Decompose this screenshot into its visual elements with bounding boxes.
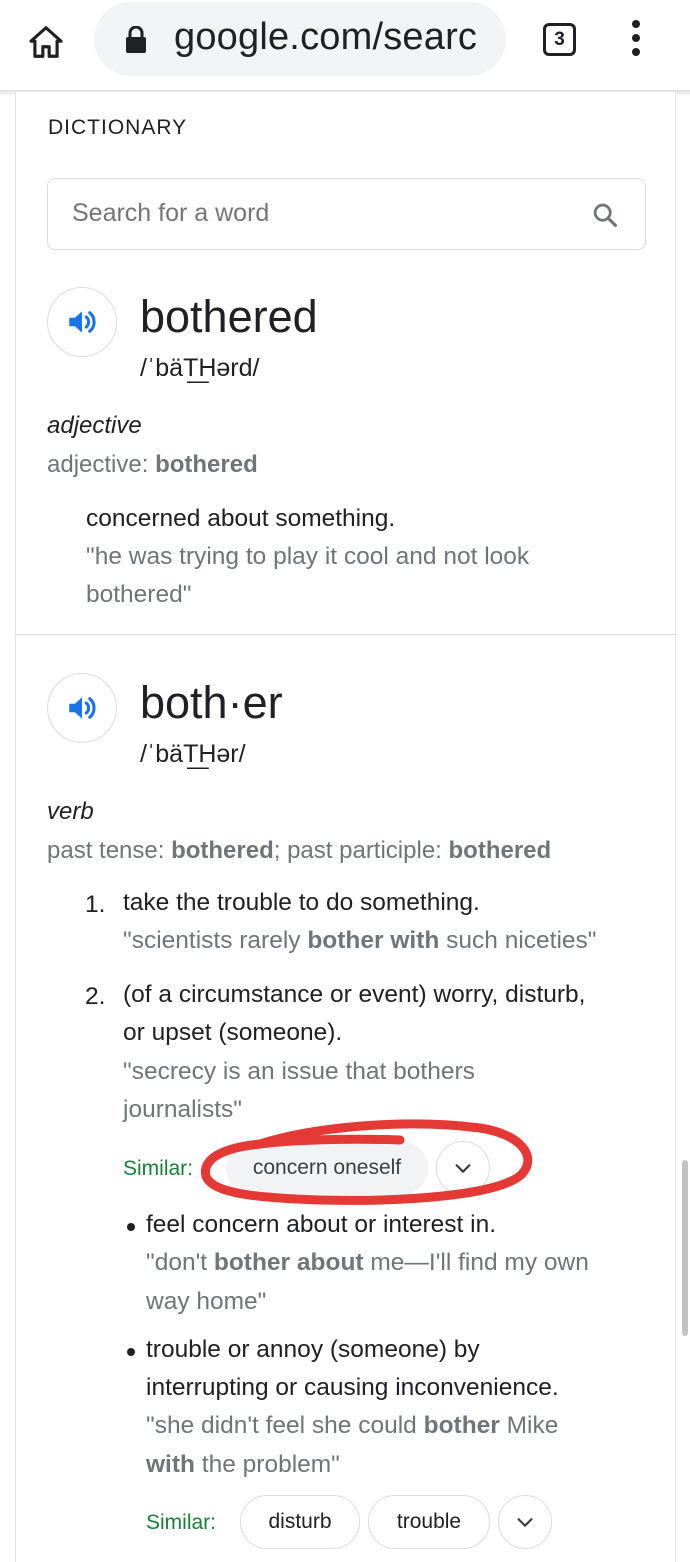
word-search-input[interactable]: [72, 199, 552, 228]
section-title: DICTIONARY: [48, 116, 188, 139]
dictionary-entry-card: both·er /ˈbäT͟Hər/ verb past tense: both…: [15, 636, 676, 1562]
definition-example: journalists": [123, 1096, 242, 1123]
scrollbar[interactable]: [682, 1160, 688, 1336]
word-forms: adjective: bothered: [47, 451, 258, 478]
pronunciation-button[interactable]: [47, 673, 117, 743]
word-forms: past tense: bothered; past participle: b…: [47, 837, 552, 864]
bullet: [127, 1348, 135, 1356]
chevron-down-icon: [455, 1164, 471, 1173]
home-icon: [29, 26, 63, 58]
definition-text: concerned about something.: [86, 505, 396, 532]
home-button[interactable]: [22, 18, 70, 66]
similar-word-chip[interactable]: concern oneself: [226, 1141, 428, 1195]
similar-word-chip[interactable]: trouble: [368, 1495, 490, 1549]
subsense-example: "she didn't feel she could bother Mike: [146, 1412, 559, 1439]
more-options-button[interactable]: [626, 18, 648, 58]
part-of-speech: verb: [47, 798, 94, 825]
definition-example: "he was trying to play it cool and not l…: [86, 543, 530, 570]
expand-similar-button[interactable]: [498, 1495, 552, 1549]
expand-similar-button[interactable]: [436, 1141, 490, 1195]
lock-icon: [126, 26, 146, 53]
subsense-example: with the problem": [146, 1451, 340, 1478]
part-of-speech: adjective: [47, 412, 142, 439]
search-icon[interactable]: [591, 201, 619, 229]
phonetic: /ˈbäT͟Hərd/: [140, 354, 260, 382]
bullet: [127, 1223, 135, 1231]
speaker-icon: [69, 697, 96, 719]
headword: bothered: [140, 291, 318, 342]
speaker-icon: [69, 311, 96, 333]
headword: both·er: [140, 677, 283, 728]
tab-switcher-icon: 3: [543, 23, 576, 56]
similar-label: Similar:: [123, 1157, 194, 1180]
similar-label: Similar:: [146, 1511, 217, 1534]
pronunciation-button[interactable]: [47, 287, 117, 357]
definition-example: "secrecy is an issue that bothers: [123, 1058, 475, 1085]
definition-number: 2.: [85, 983, 106, 1010]
chevron-down-icon: [517, 1518, 533, 1527]
tab-switcher-button[interactable]: 3: [540, 20, 580, 60]
definition-number: 1.: [85, 891, 106, 918]
subsense-text: interrupting or causing inconvenience.: [146, 1374, 559, 1401]
subsense-text: trouble or annoy (someone) by: [146, 1336, 480, 1363]
definition-text: take the trouble to do something.: [123, 889, 480, 916]
definition-example: bothered": [86, 581, 192, 608]
phonetic: /ˈbäT͟Hər/: [140, 740, 246, 768]
dictionary-card: DICTIONARY bothered /ˈbäT͟Hərd/ adjectiv…: [15, 92, 676, 635]
url-text: google.com/searc: [174, 16, 478, 58]
word-search-box[interactable]: [47, 178, 646, 250]
definition-text: (of a circumstance or event) worry, dist…: [123, 981, 586, 1008]
subsense-text: feel concern about or interest in.: [146, 1211, 497, 1238]
similar-word-chip[interactable]: disturb: [240, 1495, 360, 1549]
definition-text: or upset (someone).: [123, 1019, 343, 1046]
address-bar[interactable]: google.com/searc: [94, 2, 506, 76]
subsense-example: "don't bother about me—I'll find my own: [146, 1249, 589, 1276]
subsense-example: way home": [146, 1288, 267, 1315]
browser-toolbar: google.com/searc 3: [0, 0, 690, 92]
definition-example: "scientists rarely bother with such nice…: [123, 927, 597, 954]
